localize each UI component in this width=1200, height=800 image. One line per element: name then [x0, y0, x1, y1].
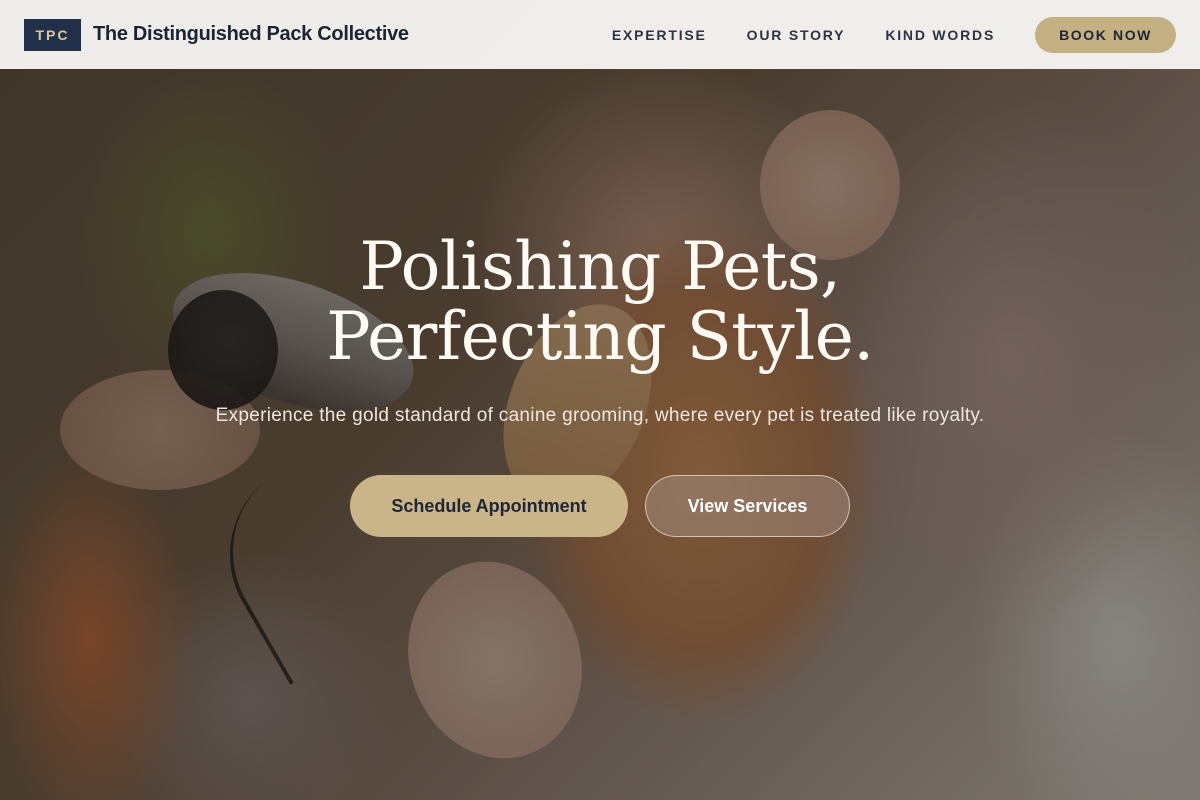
view-services-button[interactable]: View Services [645, 475, 850, 537]
nav-link-kind-words[interactable]: KIND WORDS [885, 27, 995, 43]
hero-content: Polishing Pets, Perfecting Style. Experi… [0, 232, 1200, 537]
headline-line-1: Polishing Pets, [359, 228, 841, 305]
brand-name[interactable]: The Distinguished Pack Collective [93, 23, 409, 46]
nav-link-our-story[interactable]: OUR STORY [747, 27, 846, 43]
logo-badge[interactable]: TPC [24, 18, 81, 51]
schedule-appointment-button[interactable]: Schedule Appointment [350, 475, 628, 537]
hero-cta-group: Schedule Appointment View Services [0, 475, 1200, 537]
main-nav: EXPERTISE OUR STORY KIND WORDS BOOK NOW [612, 16, 1176, 53]
headline-line-2: Perfecting Style. [326, 298, 874, 375]
hero-headline: Polishing Pets, Perfecting Style. [0, 232, 1200, 372]
book-now-button[interactable]: BOOK NOW [1035, 16, 1176, 53]
hero-subtitle: Experience the gold standard of canine g… [215, 405, 985, 426]
site-header: TPC The Distinguished Pack Collective EX… [0, 0, 1200, 69]
nav-link-expertise[interactable]: EXPERTISE [612, 27, 707, 43]
